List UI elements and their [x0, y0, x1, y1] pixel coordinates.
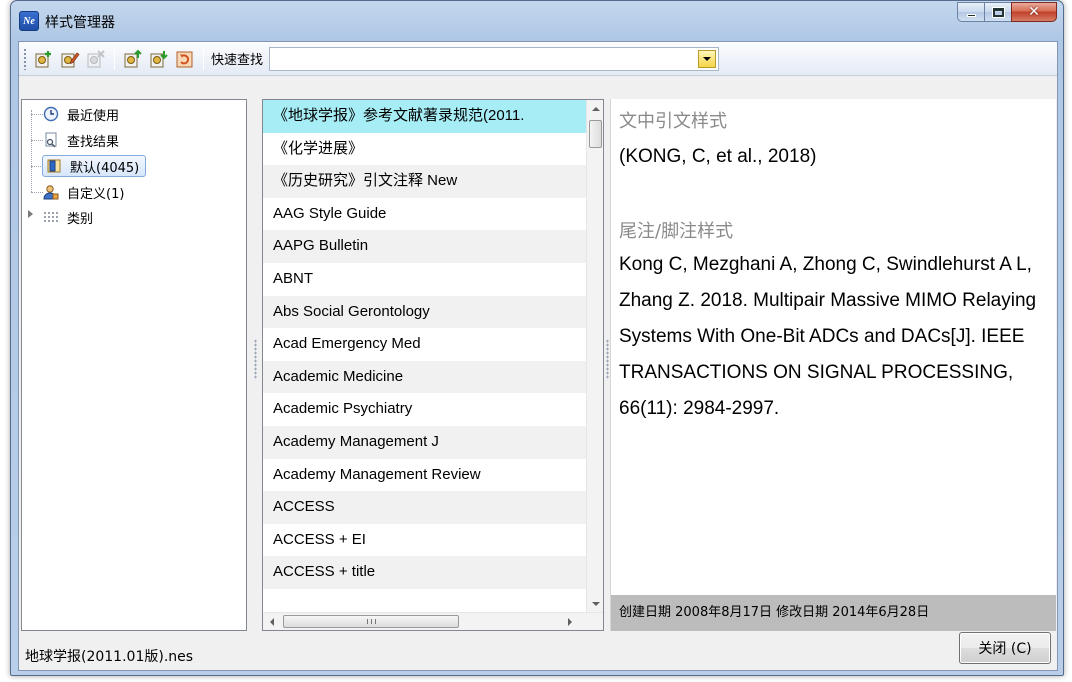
search-doc-icon [42, 131, 60, 149]
grid-icon [42, 208, 60, 226]
list-item[interactable]: ABNT [263, 263, 586, 296]
client-area: 快速查找 最近使用 查找结果 默认(4045) 自定义(1) 类别 《地球学报》… [18, 41, 1058, 671]
in-text-citation: (KONG, C, et al., 2018) [619, 146, 817, 167]
scroll-grip-icon [366, 619, 376, 624]
list-item[interactable]: 《地球学报》参考文献著录规范(2011. [263, 100, 586, 133]
tree-item-label: 查找结果 [67, 134, 120, 150]
list-item[interactable]: 《化学进展》 [263, 133, 586, 166]
list-item[interactable]: AAG Style Guide [263, 198, 586, 231]
list-item[interactable]: 《历史研究》引文注释 New [263, 165, 586, 198]
scroll-right-button[interactable] [561, 613, 578, 630]
maximize-button[interactable] [984, 2, 1011, 22]
list-item[interactable]: Acad Emergency Med [263, 328, 586, 361]
tree-item-recent[interactable]: 最近使用 [42, 103, 122, 125]
tree-item-category[interactable]: 类别 [42, 206, 96, 228]
close-window-button[interactable]: ✕ [1011, 2, 1057, 22]
tree-item-label: 自定义(1) [67, 186, 125, 202]
close-icon: ✕ [1028, 4, 1040, 20]
close-button[interactable]: 关闭 (C) [959, 632, 1051, 664]
vertical-scroll-thumb[interactable] [589, 120, 602, 148]
quick-find-dropdown-button[interactable] [698, 49, 717, 68]
left-splitter[interactable] [254, 339, 257, 379]
window-title: 样式管理器 [45, 15, 115, 31]
tree-line [31, 110, 32, 166]
quick-find-combobox[interactable] [269, 46, 720, 71]
delete-style-button[interactable] [85, 48, 107, 70]
edit-style-icon [61, 52, 80, 67]
style-dates-status: 创建日期 2008年8月17日 修改日期 2014年6月28日 [611, 595, 1056, 631]
category-tree: 最近使用 查找结果 默认(4045) 自定义(1) 类别 [21, 99, 247, 631]
chevron-right-icon [567, 617, 572, 626]
delete-style-icon [87, 49, 105, 67]
toolbar-grip[interactable] [23, 47, 27, 70]
import-style-icon [124, 49, 142, 67]
list-item[interactable]: ACCESS + title [263, 556, 586, 589]
scroll-up-button[interactable] [587, 100, 603, 117]
chevron-up-icon [591, 106, 600, 111]
app-icon: Ne [19, 11, 39, 31]
list-item[interactable]: Academy Management Review [263, 459, 586, 492]
new-style-button[interactable] [33, 48, 55, 70]
toolbar-separator [114, 47, 115, 70]
refresh-style-button[interactable] [174, 48, 196, 70]
endnote-citation: Kong C, Mezghani A, Zhong C, Swindlehurs… [619, 254, 1037, 419]
maximize-icon [991, 6, 1005, 18]
scroll-down-button[interactable] [587, 595, 603, 612]
tree-item-label: 默认(4045) [70, 160, 140, 176]
tree-item-search-results[interactable]: 查找结果 [42, 129, 122, 151]
clock-icon [42, 105, 60, 123]
new-style-icon [35, 50, 51, 67]
export-style-icon [150, 50, 168, 67]
toolbar-separator [203, 47, 204, 70]
list-item[interactable]: Academic Medicine [263, 360, 586, 394]
tree-item-custom[interactable]: 自定义(1) [42, 181, 127, 203]
style-manager-window: Ne 样式管理器 ✕ 快速查找 最近使用 查找结果 默认(4045) 自定义(1… [10, 0, 1064, 676]
chevron-down-icon [591, 601, 600, 606]
tree-item-label: 最近使用 [67, 108, 120, 124]
user-icon [42, 183, 60, 201]
in-text-heading: 文中引文样式 [619, 111, 727, 132]
toolbar: 快速查找 [19, 42, 1057, 76]
list-item[interactable]: AAPG Bulletin [263, 230, 586, 263]
quick-find-input[interactable] [270, 47, 691, 70]
horizontal-scroll-thumb[interactable] [283, 615, 459, 628]
list-item[interactable]: ACCESS + EI [263, 524, 586, 557]
scroll-left-button[interactable] [263, 613, 280, 630]
list-item[interactable]: Abs Social Gerontology [263, 295, 586, 329]
minimize-icon [966, 13, 976, 17]
folder-book-icon [45, 157, 63, 175]
list-item[interactable]: Academy Management J [263, 425, 586, 459]
list-vertical-scrollbar[interactable] [586, 100, 603, 612]
title-bar[interactable]: Ne 样式管理器 ✕ [11, 1, 1063, 41]
list-horizontal-scrollbar[interactable] [263, 612, 603, 630]
style-list-rows: 《地球学报》参考文献著录规范(2011. 《化学进展》 《历史研究》引文注释 N… [263, 100, 586, 589]
style-preview: 文中引文样式 (KONG, C, et al., 2018) 尾注/脚注样式 K… [610, 99, 1056, 631]
tree-item-label: 类别 [67, 211, 94, 227]
tree-line [31, 166, 32, 192]
endnote-heading: 尾注/脚注样式 [619, 221, 734, 242]
right-splitter[interactable] [606, 339, 609, 379]
style-filename: 地球学报(2011.01版).nes [25, 649, 194, 665]
tree-item-selection: 默认(4045) [42, 155, 147, 177]
list-item[interactable]: Academic Psychiatry [263, 393, 586, 426]
list-item[interactable]: ACCESS [263, 491, 586, 524]
style-list: 《地球学报》参考文献著录规范(2011. 《化学进展》 《历史研究》引文注释 N… [262, 99, 604, 631]
refresh-style-icon [176, 51, 193, 67]
quick-find-label: 快速查找 [211, 53, 264, 68]
expand-arrow-icon[interactable] [28, 210, 33, 218]
minimize-button[interactable] [957, 2, 984, 22]
import-style-button[interactable] [122, 48, 144, 70]
export-style-button[interactable] [148, 48, 170, 70]
chevron-left-icon [269, 617, 274, 626]
tree-item-default[interactable]: 默认(4045) [42, 155, 147, 177]
chevron-down-icon [703, 56, 712, 61]
edit-style-button[interactable] [59, 48, 81, 70]
window-controls: ✕ [957, 2, 1057, 22]
